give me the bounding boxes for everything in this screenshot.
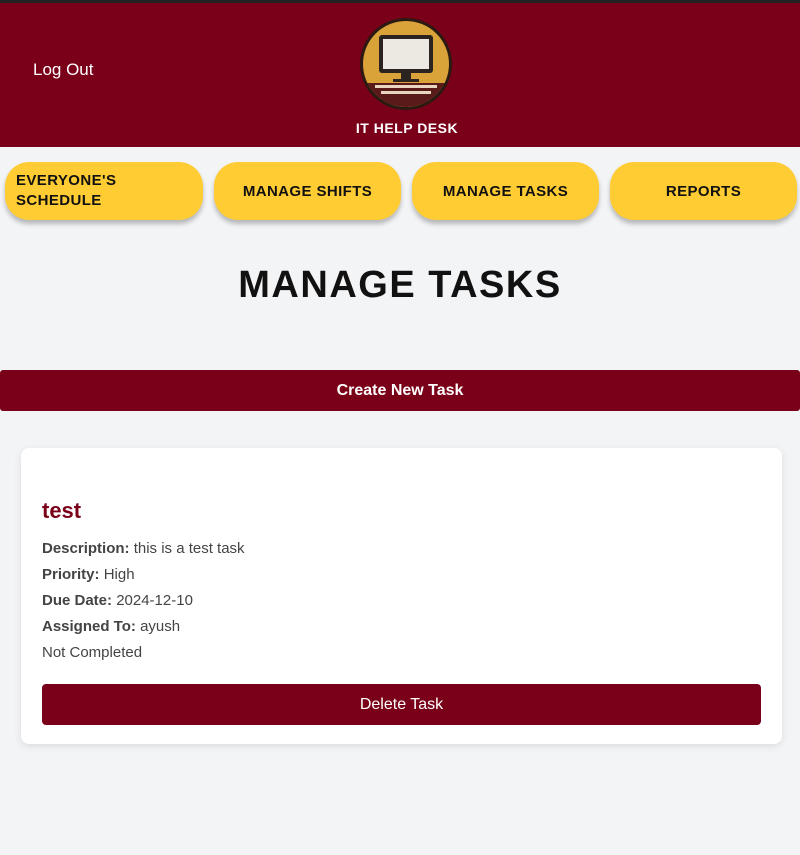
delete-task-button[interactable]: Delete Task [42, 684, 761, 725]
computer-logo-icon [360, 18, 452, 110]
due-date-value: 2024-12-10 [116, 592, 193, 609]
task-priority: Priority: High [42, 562, 761, 588]
priority-label: Priority: [42, 566, 100, 583]
description-label: Description: [42, 540, 130, 557]
nav-everyones-schedule[interactable]: EVERYONE'S SCHEDULE [5, 162, 203, 220]
nav-manage-shifts[interactable]: MANAGE SHIFTS [214, 162, 401, 220]
priority-value: High [103, 566, 135, 583]
task-due-date: Due Date: 2024-12-10 [42, 588, 761, 614]
description-value: this is a test task [133, 540, 245, 557]
nav-reports[interactable]: REPORTS [610, 162, 797, 220]
task-title: test [42, 498, 82, 523]
create-task-button[interactable]: Create New Task [0, 370, 800, 411]
app-header: Log Out IT HELP DESK [0, 3, 800, 147]
task-status: Not Completed [42, 644, 143, 661]
page-title: MANAGE TASKS [238, 264, 562, 306]
task-description: Description: this is a test task [42, 536, 761, 562]
logout-link[interactable]: Log Out [33, 60, 94, 80]
logo-text: IT HELP DESK [355, 120, 459, 136]
nav-manage-tasks[interactable]: MANAGE TASKS [412, 162, 599, 220]
due-date-label: Due Date: [42, 592, 113, 609]
logo: IT HELP DESK [356, 18, 458, 136]
task-card: test Description: this is a test task Pr… [21, 448, 782, 744]
assigned-to-value: ayush [140, 618, 181, 635]
task-assigned-to: Assigned To: ayush [42, 614, 761, 640]
main-nav: EVERYONE'S SCHEDULE MANAGE SHIFTS MANAGE… [0, 147, 800, 223]
assigned-to-label: Assigned To: [42, 618, 136, 635]
